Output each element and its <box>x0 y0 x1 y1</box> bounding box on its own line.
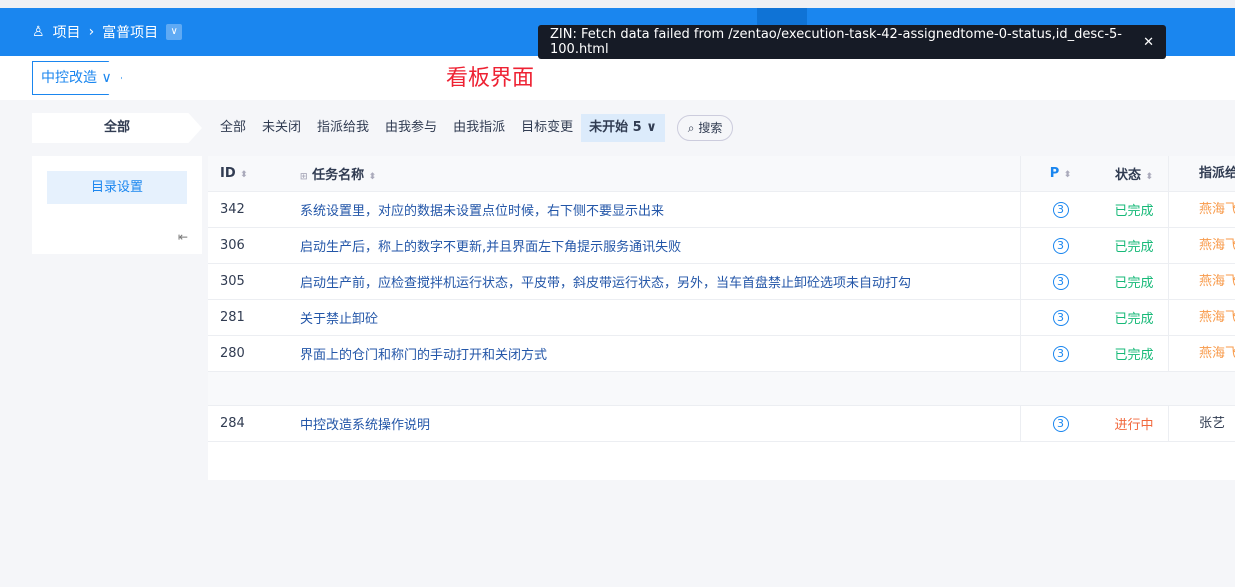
task-id: 342 <box>220 202 245 217</box>
task-id: 305 <box>220 274 245 289</box>
execution-label: 中控改造 <box>41 70 97 86</box>
table-row[interactable]: 284 中控改造系统操作说明 3 进行中 张艺 <box>208 406 1235 442</box>
task-id: 280 <box>220 346 245 361</box>
table-row[interactable]: 305 启动生产前，应检查搅拌机运行状态，平皮带，斜皮带运行状态，另外，当车首盘… <box>208 264 1235 300</box>
task-priority: 3 <box>1020 228 1100 263</box>
task-priority: 3 <box>1020 406 1100 441</box>
chevron-down-icon: ∨ <box>101 70 112 86</box>
tab-wait-label: 未开始 <box>589 120 629 135</box>
task-status: 进行中 <box>1114 418 1154 433</box>
error-toast: ZIN: Fetch data failed from /zentao/exec… <box>538 25 1166 59</box>
task-name[interactable]: 启动生产前，应检查搅拌机运行状态，平皮带，斜皮带运行状态，另外，当车首盘禁止卸砼… <box>288 272 1020 291</box>
directory-settings-button[interactable]: 目录设置 <box>47 171 187 204</box>
tab-all[interactable]: 全部 <box>212 114 254 142</box>
task-assignee[interactable]: 燕海飞 <box>1168 336 1235 371</box>
tab-involved[interactable]: 由我参与 <box>377 114 445 142</box>
task-name[interactable]: 系统设置里，对应的数据未设置点位时候，右下侧不要显示出来 <box>288 200 1020 219</box>
section-gap <box>208 372 1235 406</box>
task-priority: 3 <box>1020 192 1100 227</box>
tab-wait[interactable]: 未开始 5 ∨ <box>581 114 665 142</box>
tab-assigned-to-me[interactable]: 指派给我 <box>309 114 377 142</box>
task-table: ID ⬍ ⊞ 任务名称 ⬍ P ⬍ 状态 ⬍ 指派给 342 系统设置里，对应的… <box>208 156 1235 480</box>
task-assignee[interactable]: 燕海飞 <box>1168 264 1235 299</box>
toast-message: ZIN: Fetch data failed from /zentao/exec… <box>550 27 1122 57</box>
filter-tabs: 全部 未关闭 指派给我 由我参与 由我指派 目标变更 未开始 5 ∨ ⌕ 搜索 <box>212 114 734 142</box>
task-assignee[interactable]: 燕海飞 <box>1168 228 1235 263</box>
task-assignee[interactable]: 张艺 <box>1168 406 1235 441</box>
col-priority[interactable]: P ⬍ <box>1020 156 1100 191</box>
table-row[interactable]: 281 关于禁止卸砼 3 已完成 燕海飞 <box>208 300 1235 336</box>
project-dropdown-icon[interactable]: ∨ <box>166 24 183 40</box>
table-row[interactable]: 306 启动生产后，称上的数字不更新,并且界面左下角提示服务通讯失败 3 已完成… <box>208 228 1235 264</box>
task-id: 281 <box>220 310 245 325</box>
task-assignee[interactable]: 燕海飞 <box>1168 192 1235 227</box>
sub-bar: 中控改造 ∨ <box>0 56 1235 100</box>
task-status: 已完成 <box>1114 276 1154 291</box>
task-status: 已完成 <box>1114 204 1154 219</box>
collapse-icon[interactable]: ⇤ <box>178 230 188 244</box>
task-name[interactable]: 界面上的仓门和称门的手动打开和关闭方式 <box>288 344 1020 363</box>
tab-assigned-by-me[interactable]: 由我指派 <box>445 114 513 142</box>
table-row[interactable]: 280 界面上的仓门和称门的手动打开和关闭方式 3 已完成 燕海飞 <box>208 336 1235 372</box>
annotation-text: 看板界面 <box>446 66 535 91</box>
tab-story-change[interactable]: 目标变更 <box>513 114 581 142</box>
task-assignee[interactable]: 燕海飞 <box>1168 300 1235 335</box>
task-status: 已完成 <box>1114 348 1154 363</box>
task-status: 已完成 <box>1114 312 1154 327</box>
task-priority: 3 <box>1020 264 1100 299</box>
task-priority: 3 <box>1020 300 1100 335</box>
rocket-icon: ♙ <box>32 24 45 40</box>
search-icon: ⌕ <box>687 121 695 135</box>
chevron-right-icon: › <box>88 24 95 40</box>
task-id: 306 <box>220 238 245 253</box>
task-priority: 3 <box>1020 336 1100 371</box>
col-status[interactable]: 状态 ⬍ <box>1100 164 1168 183</box>
close-icon[interactable]: ✕ <box>1143 35 1154 50</box>
task-status: 已完成 <box>1114 240 1154 255</box>
breadcrumb-project[interactable]: 富普项目 <box>102 22 158 42</box>
breadcrumb-root[interactable]: 项目 <box>53 22 81 42</box>
task-name[interactable]: 中控改造系统操作说明 <box>288 414 1020 433</box>
table-header: ID ⬍ ⊞ 任务名称 ⬍ P ⬍ 状态 ⬍ 指派给 <box>208 156 1235 192</box>
col-id[interactable]: ID ⬍ <box>208 166 288 181</box>
task-name[interactable]: 启动生产后，称上的数字不更新,并且界面左下角提示服务通讯失败 <box>288 236 1020 255</box>
task-name[interactable]: 关于禁止卸砼 <box>288 308 1020 327</box>
tab-wait-count: 5 <box>632 120 642 135</box>
search-button[interactable]: ⌕ 搜索 <box>676 115 734 141</box>
tab-unclosed[interactable]: 未关闭 <box>254 114 309 142</box>
execution-selector[interactable]: 中控改造 ∨ <box>32 61 122 95</box>
col-name[interactable]: ⊞ 任务名称 ⬍ <box>288 164 1020 183</box>
search-label: 搜索 <box>698 121 723 135</box>
table-row[interactable]: 342 系统设置里，对应的数据未设置点位时候，右下侧不要显示出来 3 已完成 燕… <box>208 192 1235 228</box>
sidebar: 目录设置 ⇤ <box>32 156 202 254</box>
top-strip <box>0 0 1235 8</box>
category-all[interactable]: 全部 <box>32 113 202 143</box>
col-assignee[interactable]: 指派给 <box>1168 156 1235 191</box>
task-id: 284 <box>220 416 245 431</box>
